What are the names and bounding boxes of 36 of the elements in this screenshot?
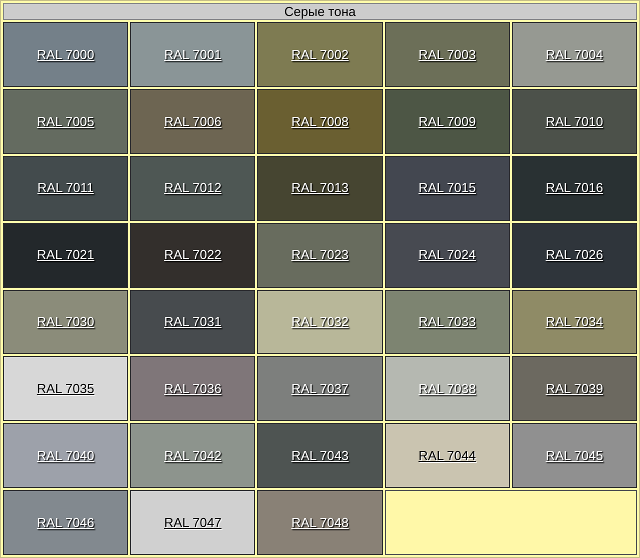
- color-link[interactable]: RAL 7002: [291, 44, 349, 64]
- color-link[interactable]: RAL 7005: [36, 112, 94, 132]
- color-link[interactable]: RAL 7009: [418, 112, 476, 132]
- color-link[interactable]: RAL 7048: [291, 512, 349, 532]
- color-link[interactable]: RAL 7024: [418, 245, 476, 265]
- color-link[interactable]: RAL 7004: [546, 44, 604, 64]
- color-link[interactable]: RAL 7033: [418, 312, 476, 332]
- color-link[interactable]: RAL 7010: [546, 112, 604, 132]
- color-link[interactable]: RAL 7035: [36, 379, 94, 399]
- table-header: Серые тона: [3, 3, 637, 20]
- color-link[interactable]: RAL 7003: [418, 44, 476, 64]
- color-link[interactable]: RAL 7022: [164, 245, 222, 265]
- color-link[interactable]: RAL 7001: [164, 44, 222, 64]
- color-link[interactable]: RAL 7008: [291, 112, 349, 132]
- color-link[interactable]: RAL 7031: [164, 312, 222, 332]
- color-link[interactable]: RAL 7039: [546, 379, 604, 399]
- color-link[interactable]: RAL 7015: [418, 178, 476, 198]
- color-link[interactable]: RAL 7043: [291, 446, 349, 466]
- color-link[interactable]: RAL 7044: [418, 446, 476, 466]
- color-link[interactable]: RAL 7030: [36, 312, 94, 332]
- color-link[interactable]: RAL 7000: [36, 44, 94, 64]
- color-link[interactable]: RAL 7023: [291, 245, 349, 265]
- color-link[interactable]: RAL 7011: [37, 178, 94, 198]
- color-link[interactable]: RAL 7034: [546, 312, 604, 332]
- color-link[interactable]: RAL 7036: [164, 379, 222, 399]
- color-link[interactable]: RAL 7021: [36, 245, 94, 265]
- color-link[interactable]: RAL 7046: [36, 512, 94, 532]
- color-link[interactable]: RAL 7026: [546, 245, 604, 265]
- color-link[interactable]: RAL 7047: [164, 512, 222, 532]
- color-link[interactable]: RAL 7012: [164, 178, 222, 198]
- color-link[interactable]: RAL 7042: [164, 446, 222, 466]
- color-link[interactable]: RAL 7016: [546, 178, 604, 198]
- color-link[interactable]: RAL 7037: [291, 379, 349, 399]
- color-link[interactable]: RAL 7045: [546, 446, 604, 466]
- color-link[interactable]: RAL 7013: [291, 178, 349, 198]
- color-link[interactable]: RAL 7006: [164, 112, 222, 132]
